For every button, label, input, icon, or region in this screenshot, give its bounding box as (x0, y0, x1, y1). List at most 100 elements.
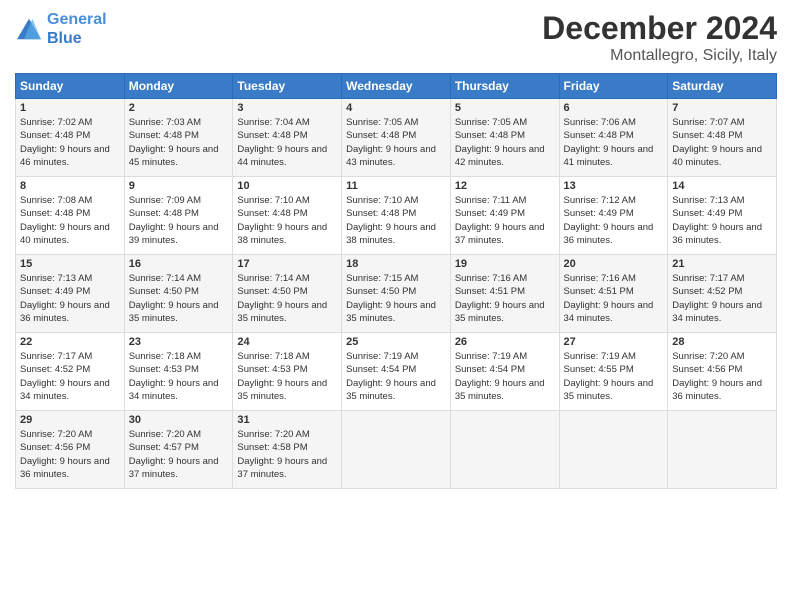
cell-content: Sunrise: 7:15 AMSunset: 4:50 PMDaylight:… (346, 273, 436, 324)
cell-content: Sunrise: 7:10 AMSunset: 4:48 PMDaylight:… (346, 195, 436, 246)
day-number: 24 (237, 336, 337, 348)
page-container: General Blue December 2024 Montallegro, … (0, 0, 792, 499)
logo-text: General Blue (47, 10, 107, 48)
cell-content: Sunrise: 7:19 AMSunset: 4:54 PMDaylight:… (346, 351, 436, 402)
day-cell: 18 Sunrise: 7:15 AMSunset: 4:50 PMDaylig… (342, 255, 451, 333)
day-number: 16 (129, 258, 229, 270)
day-number: 21 (672, 258, 772, 270)
week-row-3: 15 Sunrise: 7:13 AMSunset: 4:49 PMDaylig… (16, 255, 777, 333)
day-cell: 6 Sunrise: 7:06 AMSunset: 4:48 PMDayligh… (559, 99, 668, 177)
week-row-1: 1 Sunrise: 7:02 AMSunset: 4:48 PMDayligh… (16, 99, 777, 177)
logo-line2: Blue (47, 29, 107, 48)
day-number: 5 (455, 102, 555, 114)
day-cell: 1 Sunrise: 7:02 AMSunset: 4:48 PMDayligh… (16, 99, 125, 177)
day-number: 19 (455, 258, 555, 270)
day-cell: 11 Sunrise: 7:10 AMSunset: 4:48 PMDaylig… (342, 177, 451, 255)
cell-content: Sunrise: 7:10 AMSunset: 4:48 PMDaylight:… (237, 195, 327, 246)
day-number: 27 (564, 336, 664, 348)
cell-content: Sunrise: 7:18 AMSunset: 4:53 PMDaylight:… (129, 351, 219, 402)
day-number: 12 (455, 180, 555, 192)
logo-icon (15, 17, 43, 41)
day-cell: 27 Sunrise: 7:19 AMSunset: 4:55 PMDaylig… (559, 333, 668, 411)
cell-content: Sunrise: 7:04 AMSunset: 4:48 PMDaylight:… (237, 117, 327, 168)
day-number: 2 (129, 102, 229, 114)
cell-content: Sunrise: 7:13 AMSunset: 4:49 PMDaylight:… (20, 273, 110, 324)
day-cell: 21 Sunrise: 7:17 AMSunset: 4:52 PMDaylig… (668, 255, 777, 333)
cell-content: Sunrise: 7:17 AMSunset: 4:52 PMDaylight:… (20, 351, 110, 402)
header: General Blue December 2024 Montallegro, … (15, 10, 777, 65)
day-cell: 17 Sunrise: 7:14 AMSunset: 4:50 PMDaylig… (233, 255, 342, 333)
day-cell: 20 Sunrise: 7:16 AMSunset: 4:51 PMDaylig… (559, 255, 668, 333)
day-number: 20 (564, 258, 664, 270)
cell-content: Sunrise: 7:06 AMSunset: 4:48 PMDaylight:… (564, 117, 654, 168)
day-number: 23 (129, 336, 229, 348)
day-cell: 16 Sunrise: 7:14 AMSunset: 4:50 PMDaylig… (124, 255, 233, 333)
calendar-table: SundayMondayTuesdayWednesdayThursdayFrid… (15, 73, 777, 489)
cell-content: Sunrise: 7:16 AMSunset: 4:51 PMDaylight:… (455, 273, 545, 324)
day-number: 7 (672, 102, 772, 114)
day-number: 10 (237, 180, 337, 192)
day-number: 28 (672, 336, 772, 348)
cell-content: Sunrise: 7:14 AMSunset: 4:50 PMDaylight:… (129, 273, 219, 324)
cell-content: Sunrise: 7:07 AMSunset: 4:48 PMDaylight:… (672, 117, 762, 168)
cell-content: Sunrise: 7:19 AMSunset: 4:55 PMDaylight:… (564, 351, 654, 402)
day-number: 13 (564, 180, 664, 192)
cell-content: Sunrise: 7:18 AMSunset: 4:53 PMDaylight:… (237, 351, 327, 402)
day-cell: 8 Sunrise: 7:08 AMSunset: 4:48 PMDayligh… (16, 177, 125, 255)
week-row-2: 8 Sunrise: 7:08 AMSunset: 4:48 PMDayligh… (16, 177, 777, 255)
header-cell-friday: Friday (559, 74, 668, 99)
day-cell: 22 Sunrise: 7:17 AMSunset: 4:52 PMDaylig… (16, 333, 125, 411)
day-number: 1 (20, 102, 120, 114)
day-number: 3 (237, 102, 337, 114)
cell-content: Sunrise: 7:17 AMSunset: 4:52 PMDaylight:… (672, 273, 762, 324)
day-cell: 25 Sunrise: 7:19 AMSunset: 4:54 PMDaylig… (342, 333, 451, 411)
logo-line1: General (47, 11, 107, 28)
day-cell (342, 411, 451, 489)
cell-content: Sunrise: 7:08 AMSunset: 4:48 PMDaylight:… (20, 195, 110, 246)
day-number: 6 (564, 102, 664, 114)
day-cell: 12 Sunrise: 7:11 AMSunset: 4:49 PMDaylig… (450, 177, 559, 255)
day-cell: 29 Sunrise: 7:20 AMSunset: 4:56 PMDaylig… (16, 411, 125, 489)
header-cell-saturday: Saturday (668, 74, 777, 99)
cell-content: Sunrise: 7:20 AMSunset: 4:58 PMDaylight:… (237, 429, 327, 480)
cell-content: Sunrise: 7:20 AMSunset: 4:56 PMDaylight:… (20, 429, 110, 480)
day-number: 29 (20, 414, 120, 426)
day-number: 31 (237, 414, 337, 426)
day-cell: 30 Sunrise: 7:20 AMSunset: 4:57 PMDaylig… (124, 411, 233, 489)
day-cell: 28 Sunrise: 7:20 AMSunset: 4:56 PMDaylig… (668, 333, 777, 411)
cell-content: Sunrise: 7:19 AMSunset: 4:54 PMDaylight:… (455, 351, 545, 402)
day-cell: 4 Sunrise: 7:05 AMSunset: 4:48 PMDayligh… (342, 99, 451, 177)
cell-content: Sunrise: 7:20 AMSunset: 4:57 PMDaylight:… (129, 429, 219, 480)
logo: General Blue (15, 10, 107, 48)
location: Montallegro, Sicily, Italy (542, 47, 777, 65)
cell-content: Sunrise: 7:13 AMSunset: 4:49 PMDaylight:… (672, 195, 762, 246)
day-cell: 15 Sunrise: 7:13 AMSunset: 4:49 PMDaylig… (16, 255, 125, 333)
day-cell: 31 Sunrise: 7:20 AMSunset: 4:58 PMDaylig… (233, 411, 342, 489)
header-row: SundayMondayTuesdayWednesdayThursdayFrid… (16, 74, 777, 99)
day-cell: 9 Sunrise: 7:09 AMSunset: 4:48 PMDayligh… (124, 177, 233, 255)
cell-content: Sunrise: 7:12 AMSunset: 4:49 PMDaylight:… (564, 195, 654, 246)
day-cell (559, 411, 668, 489)
day-cell: 23 Sunrise: 7:18 AMSunset: 4:53 PMDaylig… (124, 333, 233, 411)
day-cell: 5 Sunrise: 7:05 AMSunset: 4:48 PMDayligh… (450, 99, 559, 177)
cell-content: Sunrise: 7:20 AMSunset: 4:56 PMDaylight:… (672, 351, 762, 402)
day-cell: 13 Sunrise: 7:12 AMSunset: 4:49 PMDaylig… (559, 177, 668, 255)
day-cell: 2 Sunrise: 7:03 AMSunset: 4:48 PMDayligh… (124, 99, 233, 177)
title-block: December 2024 Montallegro, Sicily, Italy (542, 10, 777, 65)
cell-content: Sunrise: 7:05 AMSunset: 4:48 PMDaylight:… (346, 117, 436, 168)
cell-content: Sunrise: 7:11 AMSunset: 4:49 PMDaylight:… (455, 195, 545, 246)
cell-content: Sunrise: 7:02 AMSunset: 4:48 PMDaylight:… (20, 117, 110, 168)
header-cell-thursday: Thursday (450, 74, 559, 99)
day-number: 8 (20, 180, 120, 192)
cell-content: Sunrise: 7:05 AMSunset: 4:48 PMDaylight:… (455, 117, 545, 168)
day-number: 15 (20, 258, 120, 270)
week-row-4: 22 Sunrise: 7:17 AMSunset: 4:52 PMDaylig… (16, 333, 777, 411)
calendar-body: 1 Sunrise: 7:02 AMSunset: 4:48 PMDayligh… (16, 99, 777, 489)
day-cell: 14 Sunrise: 7:13 AMSunset: 4:49 PMDaylig… (668, 177, 777, 255)
day-number: 30 (129, 414, 229, 426)
day-cell: 10 Sunrise: 7:10 AMSunset: 4:48 PMDaylig… (233, 177, 342, 255)
day-number: 18 (346, 258, 446, 270)
day-cell: 19 Sunrise: 7:16 AMSunset: 4:51 PMDaylig… (450, 255, 559, 333)
cell-content: Sunrise: 7:16 AMSunset: 4:51 PMDaylight:… (564, 273, 654, 324)
day-number: 17 (237, 258, 337, 270)
